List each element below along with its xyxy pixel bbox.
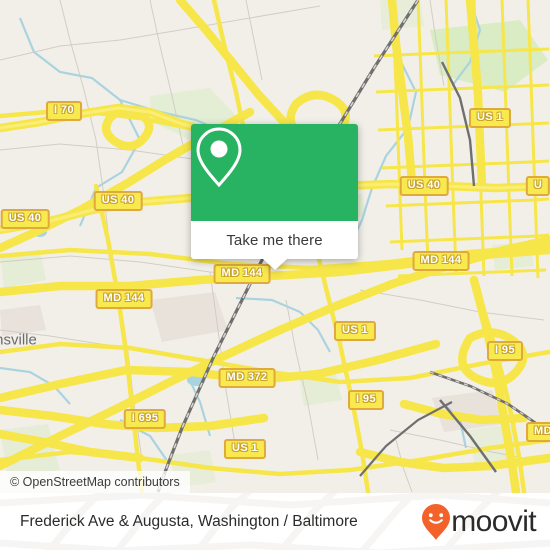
road-shield: I 70: [46, 101, 82, 121]
moovit-wordmark: moovit: [451, 504, 536, 538]
road-shield: US 40: [0, 209, 50, 229]
road-shield: MD: [526, 422, 550, 442]
moovit-map-screenshot: I 70 US 40 US 40 US 40 US 1 U MD 144 MD 144 MD 1…: [0, 0, 550, 550]
footer-bar: Frederick Ave & Augusta, Washington / Ba…: [0, 493, 550, 550]
road-shield: I 95: [348, 390, 384, 410]
road-shield: US 1: [468, 108, 512, 128]
road-shield: US 1: [333, 321, 377, 341]
callout-icon-panel: [191, 124, 358, 221]
moovit-smiley-pin-icon: [422, 503, 451, 540]
road-shield: US 40: [93, 191, 143, 211]
location-title: Frederick Ave & Augusta, Washington / Ba…: [20, 512, 358, 530]
road-shield: I 695: [123, 409, 167, 429]
road-shield: MD 372: [218, 368, 276, 388]
location-pin-icon: [196, 127, 242, 188]
moovit-brand[interactable]: moovit: [421, 503, 537, 541]
place-label: nsville: [0, 331, 37, 349]
road-shield: US 1: [223, 439, 267, 459]
take-me-there-button[interactable]: Take me there: [191, 221, 358, 270]
road-shield: MD 144: [412, 251, 470, 271]
take-me-there-label: Take me there: [226, 231, 323, 249]
map-canvas[interactable]: I 70 US 40 US 40 US 40 US 1 U MD 144 MD 144 MD 1…: [0, 0, 550, 493]
destination-callout[interactable]: Take me there: [191, 124, 358, 270]
road-shield: I 95: [487, 341, 523, 361]
callout-pointer: [262, 259, 287, 270]
osm-attribution[interactable]: © OpenStreetMap contributors: [0, 471, 190, 493]
road-shield: US 40: [399, 176, 449, 196]
road-shield: U: [525, 176, 550, 196]
road-shield: MD 144: [95, 289, 153, 309]
